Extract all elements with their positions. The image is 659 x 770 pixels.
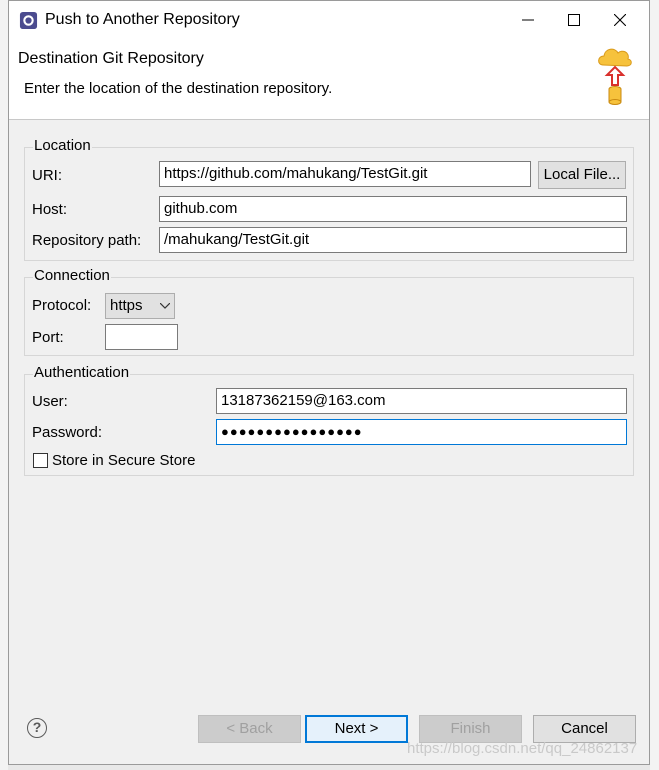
maximize-button[interactable] (551, 1, 597, 39)
location-group-title: Location (33, 137, 92, 154)
port-label: Port: (32, 329, 64, 346)
back-button[interactable]: < Back (198, 715, 301, 743)
user-input[interactable]: 13187362159@163.com (216, 388, 627, 414)
protocol-value: https (110, 297, 143, 314)
banner-title: Destination Git Repository (18, 50, 204, 67)
maximize-icon (568, 14, 580, 26)
repository-path-input[interactable]: /mahukang/TestGit.git (159, 227, 627, 253)
help-icon[interactable]: ? (27, 718, 47, 738)
close-icon (614, 14, 626, 26)
push-dialog: Push to Another Repository Destination G… (8, 0, 650, 765)
finish-button[interactable]: Finish (419, 715, 522, 743)
host-input[interactable]: github.com (159, 196, 627, 222)
protocol-select[interactable]: https (105, 293, 175, 319)
local-file-button[interactable]: Local File... (538, 161, 626, 189)
store-secure-label[interactable]: Store in Secure Store (52, 452, 195, 469)
connection-group-title: Connection (33, 267, 111, 284)
next-button[interactable]: Next > (305, 715, 408, 743)
uri-input[interactable]: https://github.com/mahukang/TestGit.git (159, 161, 531, 187)
window-title: Push to Another Repository (45, 11, 240, 28)
title-bar: Push to Another Repository (9, 1, 649, 39)
minimize-icon (522, 19, 534, 21)
store-secure-checkbox[interactable] (33, 453, 48, 468)
password-input[interactable]: ●●●●●●●●●●●●●●●● (216, 419, 627, 445)
chevron-down-icon (160, 303, 170, 309)
watermark-text: https://blog.csdn.net/qq_24862137 (407, 740, 638, 757)
close-button[interactable] (597, 1, 643, 39)
protocol-label: Protocol: (32, 297, 92, 314)
user-label: User: (32, 393, 68, 410)
banner-description: Enter the location of the destination re… (24, 80, 333, 97)
host-label: Host: (32, 201, 68, 218)
push-to-cloud-icon (598, 48, 632, 105)
background-right-strip (650, 0, 659, 770)
port-input[interactable] (105, 324, 178, 350)
uri-label: URI: (32, 167, 62, 184)
password-label: Password: (32, 424, 103, 441)
authentication-group-title: Authentication (33, 364, 131, 381)
background-left-strip (0, 0, 8, 770)
wizard-banner: Destination Git Repository Enter the loc… (9, 39, 649, 120)
eclipse-app-icon (19, 11, 38, 30)
minimize-button[interactable] (505, 1, 551, 39)
repository-path-label: Repository path: (32, 232, 142, 249)
cancel-button[interactable]: Cancel (533, 715, 636, 743)
